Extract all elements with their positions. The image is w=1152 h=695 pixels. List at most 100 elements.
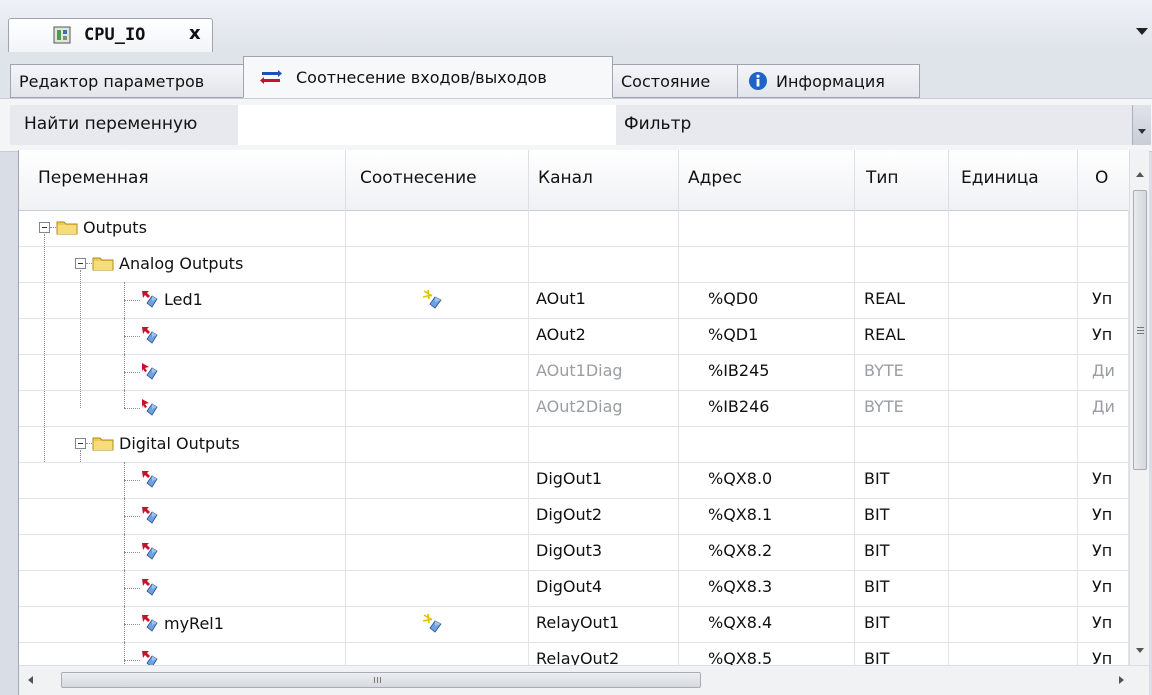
- info-icon: [749, 72, 767, 90]
- address-cell: %QD1: [679, 318, 855, 354]
- document-tab-cpu-io[interactable]: CPU_IO x: [8, 18, 213, 52]
- tab-label: Информация: [776, 71, 885, 91]
- variable-cell[interactable]: [19, 390, 346, 426]
- scroll-right-icon[interactable]: [1119, 676, 1124, 684]
- table-row[interactable]: Led1 AOut1 %QD0 REAL Уп: [19, 282, 1129, 319]
- variable-name: Led1: [164, 290, 203, 309]
- column-header-unit[interactable]: Единица: [949, 150, 1078, 210]
- description-cell: Уп: [1078, 534, 1129, 570]
- mapping-cell[interactable]: [346, 498, 529, 534]
- tree-folder-row[interactable]: Digital Outputs: [19, 426, 1129, 463]
- mapping-cell[interactable]: [346, 606, 529, 642]
- type-cell: BIT: [855, 570, 949, 606]
- table-row[interactable]: DigOut3 %QX8.2 BIT Уп: [19, 534, 1129, 571]
- input-channel-icon: [142, 399, 158, 416]
- channel-cell: DigOut4: [529, 570, 679, 606]
- table-row[interactable]: DigOut4 %QX8.3 BIT Уп: [19, 570, 1129, 607]
- mapping-cell[interactable]: [346, 462, 529, 498]
- filter-dropdown-button[interactable]: [1132, 105, 1151, 145]
- column-header-mapping[interactable]: Соотнесение: [346, 150, 529, 210]
- variable-cell: Analog Outputs: [19, 246, 346, 282]
- variable-cell[interactable]: [19, 462, 346, 498]
- device-module-icon: [53, 26, 71, 44]
- channel-cell: DigOut3: [529, 534, 679, 570]
- variable-cell[interactable]: [19, 570, 346, 606]
- column-header-channel[interactable]: Канал: [529, 150, 679, 210]
- mapping-cell[interactable]: [346, 390, 529, 426]
- scroll-up-icon[interactable]: [1136, 172, 1144, 177]
- table-row[interactable]: DigOut1 %QX8.0 BIT Уп: [19, 462, 1129, 499]
- folder-icon: [56, 221, 78, 235]
- variable-cell[interactable]: [19, 534, 346, 570]
- type-cell: REAL: [855, 282, 949, 318]
- output-channel-icon: [142, 471, 158, 488]
- description-cell: Уп: [1078, 498, 1129, 534]
- variable-cell[interactable]: myRel1: [19, 606, 346, 642]
- table-row[interactable]: DigOut2 %QX8.1 BIT Уп: [19, 498, 1129, 535]
- unit-cell: [949, 570, 1078, 606]
- scroll-left-icon[interactable]: [28, 676, 33, 684]
- type-cell: BYTE: [855, 390, 949, 426]
- variable-cell[interactable]: Led1: [19, 282, 346, 318]
- editor-tab-bar: Редактор параметров Соотнесение входов/в…: [0, 52, 1152, 98]
- address-cell: %QX8.2: [679, 534, 855, 570]
- description-cell: Ди: [1078, 390, 1129, 426]
- close-tab-button[interactable]: x: [189, 23, 201, 44]
- table-row[interactable]: AOut2Diag %IB246 BYTE Ди: [19, 390, 1129, 427]
- tab-list-dropdown-icon[interactable]: [1136, 28, 1148, 35]
- mapping-cell[interactable]: [346, 354, 529, 390]
- horizontal-scroll-thumb[interactable]: [61, 672, 701, 688]
- address-cell: %QX8.4: [679, 606, 855, 642]
- io-mapping-icon: [260, 70, 282, 84]
- tab-io-mapping[interactable]: Соотнесение входов/выходов: [243, 56, 613, 98]
- folder-name: Analog Outputs: [119, 254, 244, 273]
- collapse-node-icon[interactable]: [75, 438, 86, 449]
- variable-name: myRel1: [164, 614, 224, 633]
- table-row[interactable]: myRel1 RelayOut1 %QX8.4 BIT Уп: [19, 606, 1129, 643]
- table-row[interactable]: AOut1Diag %IB245 BYTE Ди: [19, 354, 1129, 391]
- find-variable-label: Найти переменную: [10, 105, 238, 145]
- channel-cell: AOut1Diag: [529, 354, 679, 390]
- table-row[interactable]: AOut2 %QD1 REAL Уп: [19, 318, 1129, 355]
- document-tab-strip: CPU_IO x: [0, 0, 1152, 53]
- filter-bar: Найти переменную Фильтр: [0, 98, 1152, 152]
- folder-icon: [92, 437, 114, 451]
- vertical-scrollbar[interactable]: [1129, 150, 1149, 665]
- output-channel-icon: [142, 507, 158, 524]
- find-variable-input[interactable]: [238, 105, 616, 145]
- vertical-scroll-thumb[interactable]: [1133, 190, 1147, 470]
- unit-cell: [949, 462, 1078, 498]
- scroll-down-icon[interactable]: [1136, 648, 1144, 653]
- unit-cell: [949, 534, 1078, 570]
- column-header-description[interactable]: О: [1078, 150, 1129, 210]
- unit-cell: [949, 606, 1078, 642]
- variable-cell[interactable]: [19, 498, 346, 534]
- column-header-address[interactable]: Адрес: [679, 150, 855, 210]
- description-cell: Уп: [1078, 606, 1129, 642]
- type-cell: BIT: [855, 462, 949, 498]
- mapping-cell[interactable]: [346, 570, 529, 606]
- collapse-node-icon[interactable]: [75, 258, 86, 269]
- tree-folder-row[interactable]: Analog Outputs: [19, 246, 1129, 283]
- mapping-cell[interactable]: [346, 318, 529, 354]
- unit-cell: [949, 282, 1078, 318]
- mapping-cell[interactable]: [346, 282, 529, 318]
- tab-status[interactable]: Состояние: [612, 64, 738, 98]
- address-cell: %IB245: [679, 354, 855, 390]
- description-cell: Уп: [1078, 462, 1129, 498]
- mapping-cell[interactable]: [346, 534, 529, 570]
- column-header-variable[interactable]: Переменная: [19, 150, 346, 210]
- column-header-type[interactable]: Тип: [855, 150, 949, 210]
- tree-folder-row[interactable]: Outputs: [19, 210, 1129, 247]
- tab-information[interactable]: Информация: [737, 64, 920, 98]
- collapse-node-icon[interactable]: [39, 222, 50, 233]
- variable-cell[interactable]: [19, 318, 346, 354]
- mapped-variable-icon: [422, 613, 442, 633]
- mapped-variable-icon: [422, 289, 442, 309]
- output-channel-icon: [142, 327, 158, 344]
- variable-cell[interactable]: [19, 354, 346, 390]
- unit-cell: [949, 318, 1078, 354]
- tab-parameter-editor[interactable]: Редактор параметров: [10, 64, 244, 98]
- variable-cell: Digital Outputs: [19, 426, 346, 462]
- horizontal-scrollbar[interactable]: [19, 665, 1149, 695]
